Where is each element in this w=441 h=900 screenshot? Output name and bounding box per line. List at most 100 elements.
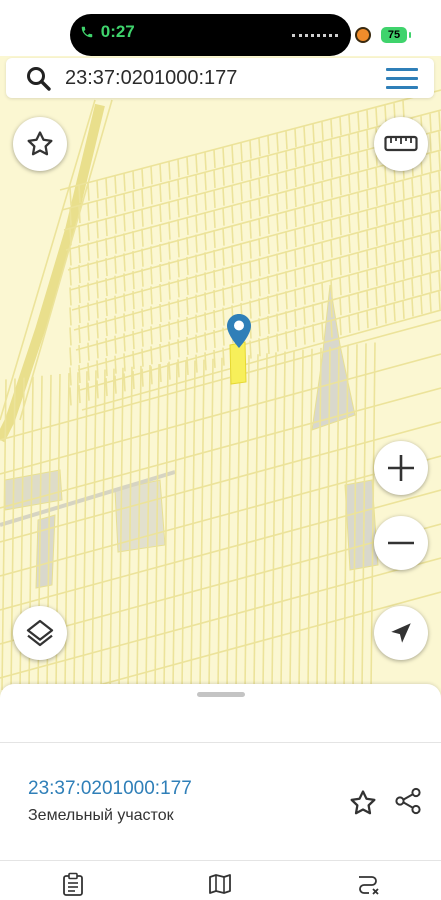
parcel-boundary [258,278,261,297]
parcel-boundary [411,218,414,237]
parcel-boundary [69,307,72,326]
parcel-boundary [276,333,279,352]
parcel-boundary [78,245,81,264]
parcel-boundary [114,235,117,254]
clipboard-icon[interactable] [62,872,84,896]
parcel-boundary [159,283,162,303]
my-location-button[interactable] [374,606,428,660]
parcel-boundary [384,205,387,224]
parcel-boundary [96,220,99,239]
search-input[interactable]: 23:37:0201000:177 [65,67,237,90]
parcel-boundary [348,314,351,333]
parcel-boundary [141,268,144,287]
parcel-boundary [267,135,270,154]
parcel-boundary [114,355,117,374]
call-indicator[interactable]: 0:27 [80,22,135,42]
parcel-boundary [132,270,135,290]
parcel-boundary [438,231,441,250]
parcel-boundary [231,285,234,304]
parcel-boundary [177,159,180,178]
minus-icon [388,541,414,545]
parcel-boundary [114,215,117,234]
parcel-boundary [213,189,216,209]
parcel-boundary [69,367,72,386]
parcel-boundary [141,328,144,347]
parcel-boundary [186,156,189,176]
parcel-boundary [231,265,234,284]
cadastral-map[interactable] [0,0,441,690]
parcel-boundary [375,287,378,306]
parcel-boundary [384,285,387,304]
parcel-boundary [195,194,198,213]
parcel-boundary [258,138,261,157]
battery-indicator: 75 [381,27,411,43]
parcel-boundary [258,258,261,277]
parcel-boundary [312,284,315,303]
parcel-boundary [438,131,441,150]
parcel-boundary [186,356,189,376]
parcel-boundary [429,153,432,172]
hamburger-menu-icon[interactable] [386,68,418,90]
parcel-boundary [96,300,99,319]
favorite-map-button[interactable] [13,117,67,171]
parcel-boundary [114,255,117,274]
parcel-boundary [168,161,171,180]
parcel-boundary [195,154,198,173]
layers-button[interactable] [13,606,67,660]
parcel-boundary [150,166,153,185]
parcel-boundary [249,240,252,259]
parcel-boundary [168,281,171,300]
parcel-boundary [438,171,441,190]
search-icon[interactable] [26,66,52,92]
location-pin-icon[interactable] [226,313,252,349]
parcel-boundary [231,205,234,224]
parcel-boundary [294,148,297,167]
parcel-boundary [195,214,198,233]
mic-indicator [357,29,369,41]
parcel-boundary [357,272,360,291]
parcel-boundary [402,300,405,319]
parcel-boundary [258,158,261,177]
parcel-boundary [276,293,279,312]
parcel-boundary [384,305,387,324]
parcel-boundary [159,243,162,263]
parcel-boundary [222,227,225,246]
parcel-boundary [132,230,135,250]
parcel-boundary [312,324,315,343]
parcel-boundary [222,147,225,166]
parcel-boundary [114,175,117,194]
parcel-boundary [150,266,153,285]
cadastral-number[interactable]: 23:37:0201000:177 [28,778,192,800]
sheet-handle[interactable] [197,692,245,697]
parcel-boundary [267,195,270,214]
parcel-boundary [105,337,108,357]
star-outline-icon[interactable] [348,788,378,818]
parcel-boundary [240,262,243,281]
parcel-bottom-sheet[interactable]: 23:37:0201000:177 Земельный участок [0,684,441,900]
parcel-boundary [123,173,126,192]
parcel-boundary [240,222,243,241]
parcel-boundary [411,298,414,317]
search-bar[interactable]: 23:37:0201000:177 [6,58,434,98]
parcel-boundary [159,223,162,243]
parcel-boundary [132,310,135,330]
parcel-boundary [150,226,153,245]
parcel-boundary [321,121,324,140]
parcel-boundary [105,377,108,397]
zoom-out-button[interactable] [374,516,428,570]
map-icon[interactable] [208,872,232,896]
route-icon[interactable] [356,872,380,896]
parcel-boundary [321,321,324,340]
parcel-boundary [375,267,378,286]
parcel-boundary [249,140,252,159]
parcel-boundary [87,302,90,321]
parcel-boundary [285,231,288,250]
ruler-button[interactable] [374,117,428,171]
parcel-boundary [213,169,216,189]
parcel-boundary [204,192,207,211]
parcel-boundary [87,242,90,261]
parcel-boundary [276,273,279,292]
parcel-boundary [204,152,207,171]
zoom-in-button[interactable] [374,441,428,495]
share-icon[interactable] [393,786,423,816]
